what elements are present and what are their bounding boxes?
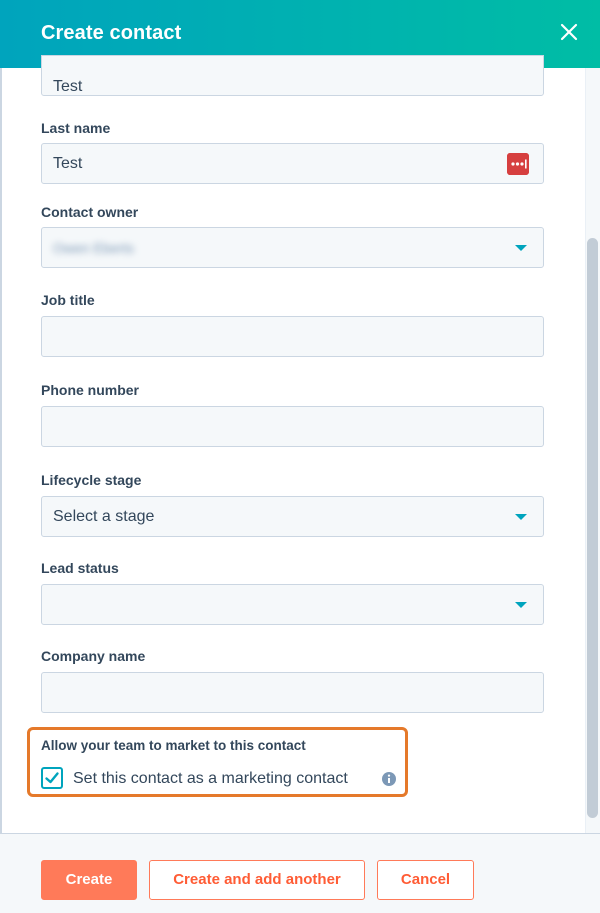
cancel-button[interactable]: Cancel <box>377 860 474 900</box>
lifecycle-stage-value: Select a stage <box>53 508 155 525</box>
info-icon[interactable] <box>381 771 397 787</box>
phone-number-label: Phone number <box>41 382 140 398</box>
checkmark-icon <box>45 772 59 784</box>
scrollbar-thumb[interactable] <box>587 238 598 818</box>
password-manager-icon[interactable] <box>507 153 529 175</box>
dropdown-caret-icon <box>515 245 527 251</box>
marketing-contact-checkbox[interactable] <box>41 767 63 789</box>
company-name-label: Company name <box>41 648 146 664</box>
lifecycle-stage-label: Lifecycle stage <box>41 472 142 488</box>
contact-owner-value: Owen Eberts <box>53 240 134 256</box>
close-icon[interactable] <box>556 19 582 45</box>
contact-owner-select[interactable]: Owen Eberts <box>41 227 544 268</box>
dropdown-caret-icon <box>515 514 527 520</box>
job-title-label: Job title <box>41 292 95 308</box>
create-and-add-another-button[interactable]: Create and add another <box>149 860 365 900</box>
last-name-value: Test <box>53 155 83 172</box>
contact-owner-label: Contact owner <box>41 204 139 220</box>
create-button[interactable]: Create <box>41 860 137 900</box>
modal-footer: Create Create and add another Cancel <box>0 833 600 913</box>
marketing-heading: Allow your team to market to this contac… <box>41 738 306 753</box>
last-name-input[interactable]: Test <box>41 143 544 184</box>
phone-number-input[interactable] <box>41 406 544 447</box>
lead-status-label: Lead status <box>41 560 119 576</box>
panel-edge <box>0 68 2 833</box>
first-name-value: Test <box>53 78 83 95</box>
first-name-input[interactable]: Test <box>41 55 544 96</box>
modal-title: Create contact <box>41 22 182 44</box>
dropdown-caret-icon <box>515 602 527 608</box>
marketing-contact-label[interactable]: Set this contact as a marketing contact <box>73 770 348 788</box>
job-title-input[interactable] <box>41 316 544 357</box>
last-name-label: Last name <box>41 120 111 136</box>
lifecycle-stage-select[interactable]: Select a stage <box>41 496 544 537</box>
company-name-input[interactable] <box>41 672 544 713</box>
lead-status-select[interactable] <box>41 584 544 625</box>
